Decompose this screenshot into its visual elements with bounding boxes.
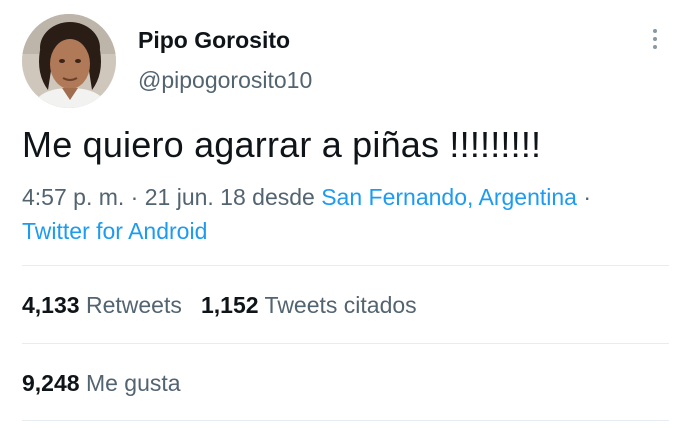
meta-separator: · (576, 184, 592, 210)
divider (22, 343, 669, 344)
more-vertical-icon[interactable] (642, 26, 668, 56)
retweets-count: 4,133 (22, 292, 80, 318)
retweets-stat[interactable]: 4,133 Retweets (22, 292, 182, 318)
likes-count: 9,248 (22, 370, 80, 396)
stats-row: 4,133 Retweets 1,152 Tweets citados (22, 292, 417, 319)
quotes-count: 1,152 (201, 292, 259, 318)
source-link[interactable]: Twitter for Android (22, 218, 207, 244)
quotes-label: Tweets citados (264, 292, 417, 318)
more-dot (653, 37, 657, 41)
likes-row: 9,248 Me gusta (22, 370, 181, 397)
more-dot (653, 45, 657, 49)
divider (22, 265, 669, 266)
location-link[interactable]: San Fernando, Argentina (321, 184, 577, 210)
retweets-label: Retweets (85, 292, 182, 318)
tweet-time[interactable]: 4:57 p. m. (22, 184, 124, 210)
avatar[interactable] (22, 14, 116, 108)
tweet-text: Me quiero agarrar a piñas !!!!!!!!! (22, 124, 542, 165)
author-name[interactable]: Pipo Gorosito (138, 27, 290, 54)
tweet-date[interactable]: 21 jun. 18 (145, 184, 246, 210)
more-dot (653, 29, 657, 33)
likes-label: Me gusta (85, 370, 181, 396)
quotes-stat[interactable]: 1,152 Tweets citados (201, 292, 417, 318)
divider (22, 420, 669, 421)
from-label: desde (245, 184, 322, 210)
author-handle[interactable]: @pipogorosito10 (138, 67, 312, 94)
likes-stat[interactable]: 9,248 Me gusta (22, 370, 181, 396)
avatar-photo (22, 14, 116, 108)
meta-separator: · (124, 184, 145, 210)
tweet-meta: 4:57 p. m. · 21 jun. 18 desde San Fernan… (22, 180, 672, 248)
